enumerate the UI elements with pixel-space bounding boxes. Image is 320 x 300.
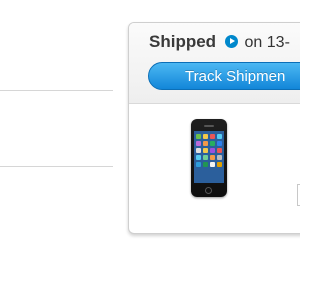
phone-screen [194,131,224,183]
page: Shipped on 13- Track Shipmen i [0,0,300,300]
order-card: Shipped on 13- Track Shipmen i [128,22,300,234]
app-icon-grid [196,134,222,167]
left-divider-top [0,90,113,91]
phone-home-button [205,187,212,194]
quantity-field[interactable] [297,184,300,206]
status-label: Shipped [149,32,217,51]
play-circle-icon[interactable] [224,35,238,48]
shipment-status: Shipped on 13- [149,32,290,53]
left-divider-bottom [0,166,113,167]
iphone-product-image[interactable] [191,119,227,197]
track-shipment-button[interactable]: Track Shipmen [148,62,300,90]
status-date: on 13- [244,34,290,51]
phone-speaker [204,125,214,127]
order-card-header: Shipped on 13- Track Shipmen [129,23,300,104]
